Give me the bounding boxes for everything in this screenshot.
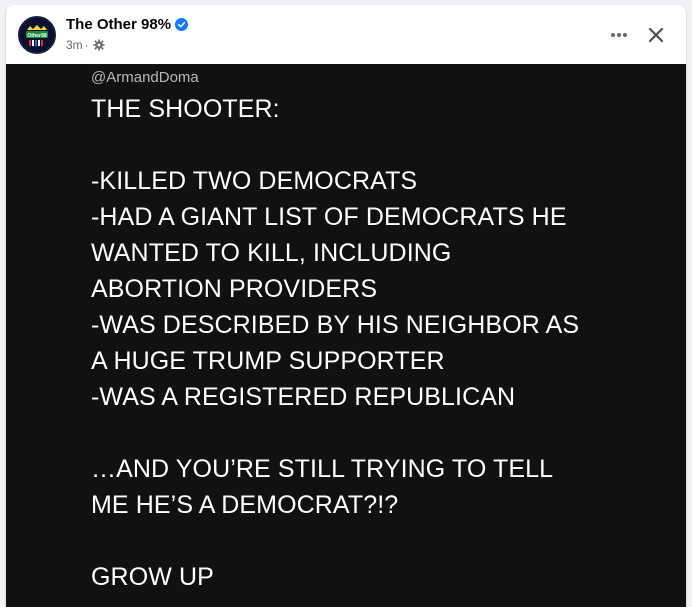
page-name-text[interactable]: The Other 98% xyxy=(66,16,171,33)
svg-text:Other98: Other98 xyxy=(27,33,47,39)
image-line: -WAS A REGISTERED REPUBLICAN xyxy=(91,383,516,411)
page-avatar[interactable]: Other98 xyxy=(18,16,56,54)
post-timestamp[interactable]: 3m xyxy=(66,38,83,52)
image-line: -HAD A GIANT LIST OF DEMOCRATS HE xyxy=(91,203,567,231)
ellipsis-icon xyxy=(611,33,627,37)
verified-badge-icon xyxy=(175,18,189,31)
avatar-logo-icon: Other98 xyxy=(21,19,53,51)
sign-off: GROW UP xyxy=(91,563,214,591)
image-text-block: THE SHOOTER: -KILLED TWO DEMOCRATS -HAD … xyxy=(91,91,671,595)
image-line: ABORTION PROVIDERS xyxy=(91,275,378,303)
image-line: -WAS DESCRIBED BY HIS NEIGHBOR AS xyxy=(91,311,580,339)
image-handle: @ArmandDoma xyxy=(91,69,199,86)
image-line: A HUGE TRUMP SUPPORTER xyxy=(91,347,445,375)
meta-separator: · xyxy=(84,38,89,52)
closing-line: …AND YOU’RE STILL TRYING TO TELL xyxy=(91,455,554,483)
gear-icon[interactable] xyxy=(93,39,105,51)
image-line: -KILLED TWO DEMOCRATS xyxy=(91,167,418,195)
post-image[interactable]: @ArmandDoma THE SHOOTER: -KILLED TWO DEM… xyxy=(6,64,686,607)
more-options-button[interactable] xyxy=(604,20,634,50)
closing-line: ME HE’S A DEMOCRAT?!? xyxy=(91,491,399,519)
image-line: WANTED TO KILL, INCLUDING xyxy=(91,239,452,267)
close-button[interactable] xyxy=(641,20,671,50)
post-card: Other98 The Other 98% 3m · @ArmandDoma T… xyxy=(6,5,686,607)
image-title: THE SHOOTER: xyxy=(91,95,280,123)
post-header: Other98 The Other 98% 3m · xyxy=(6,5,686,64)
close-icon xyxy=(648,27,664,43)
post-meta: 3m · xyxy=(66,38,105,52)
page-name[interactable]: The Other 98% xyxy=(66,16,189,33)
